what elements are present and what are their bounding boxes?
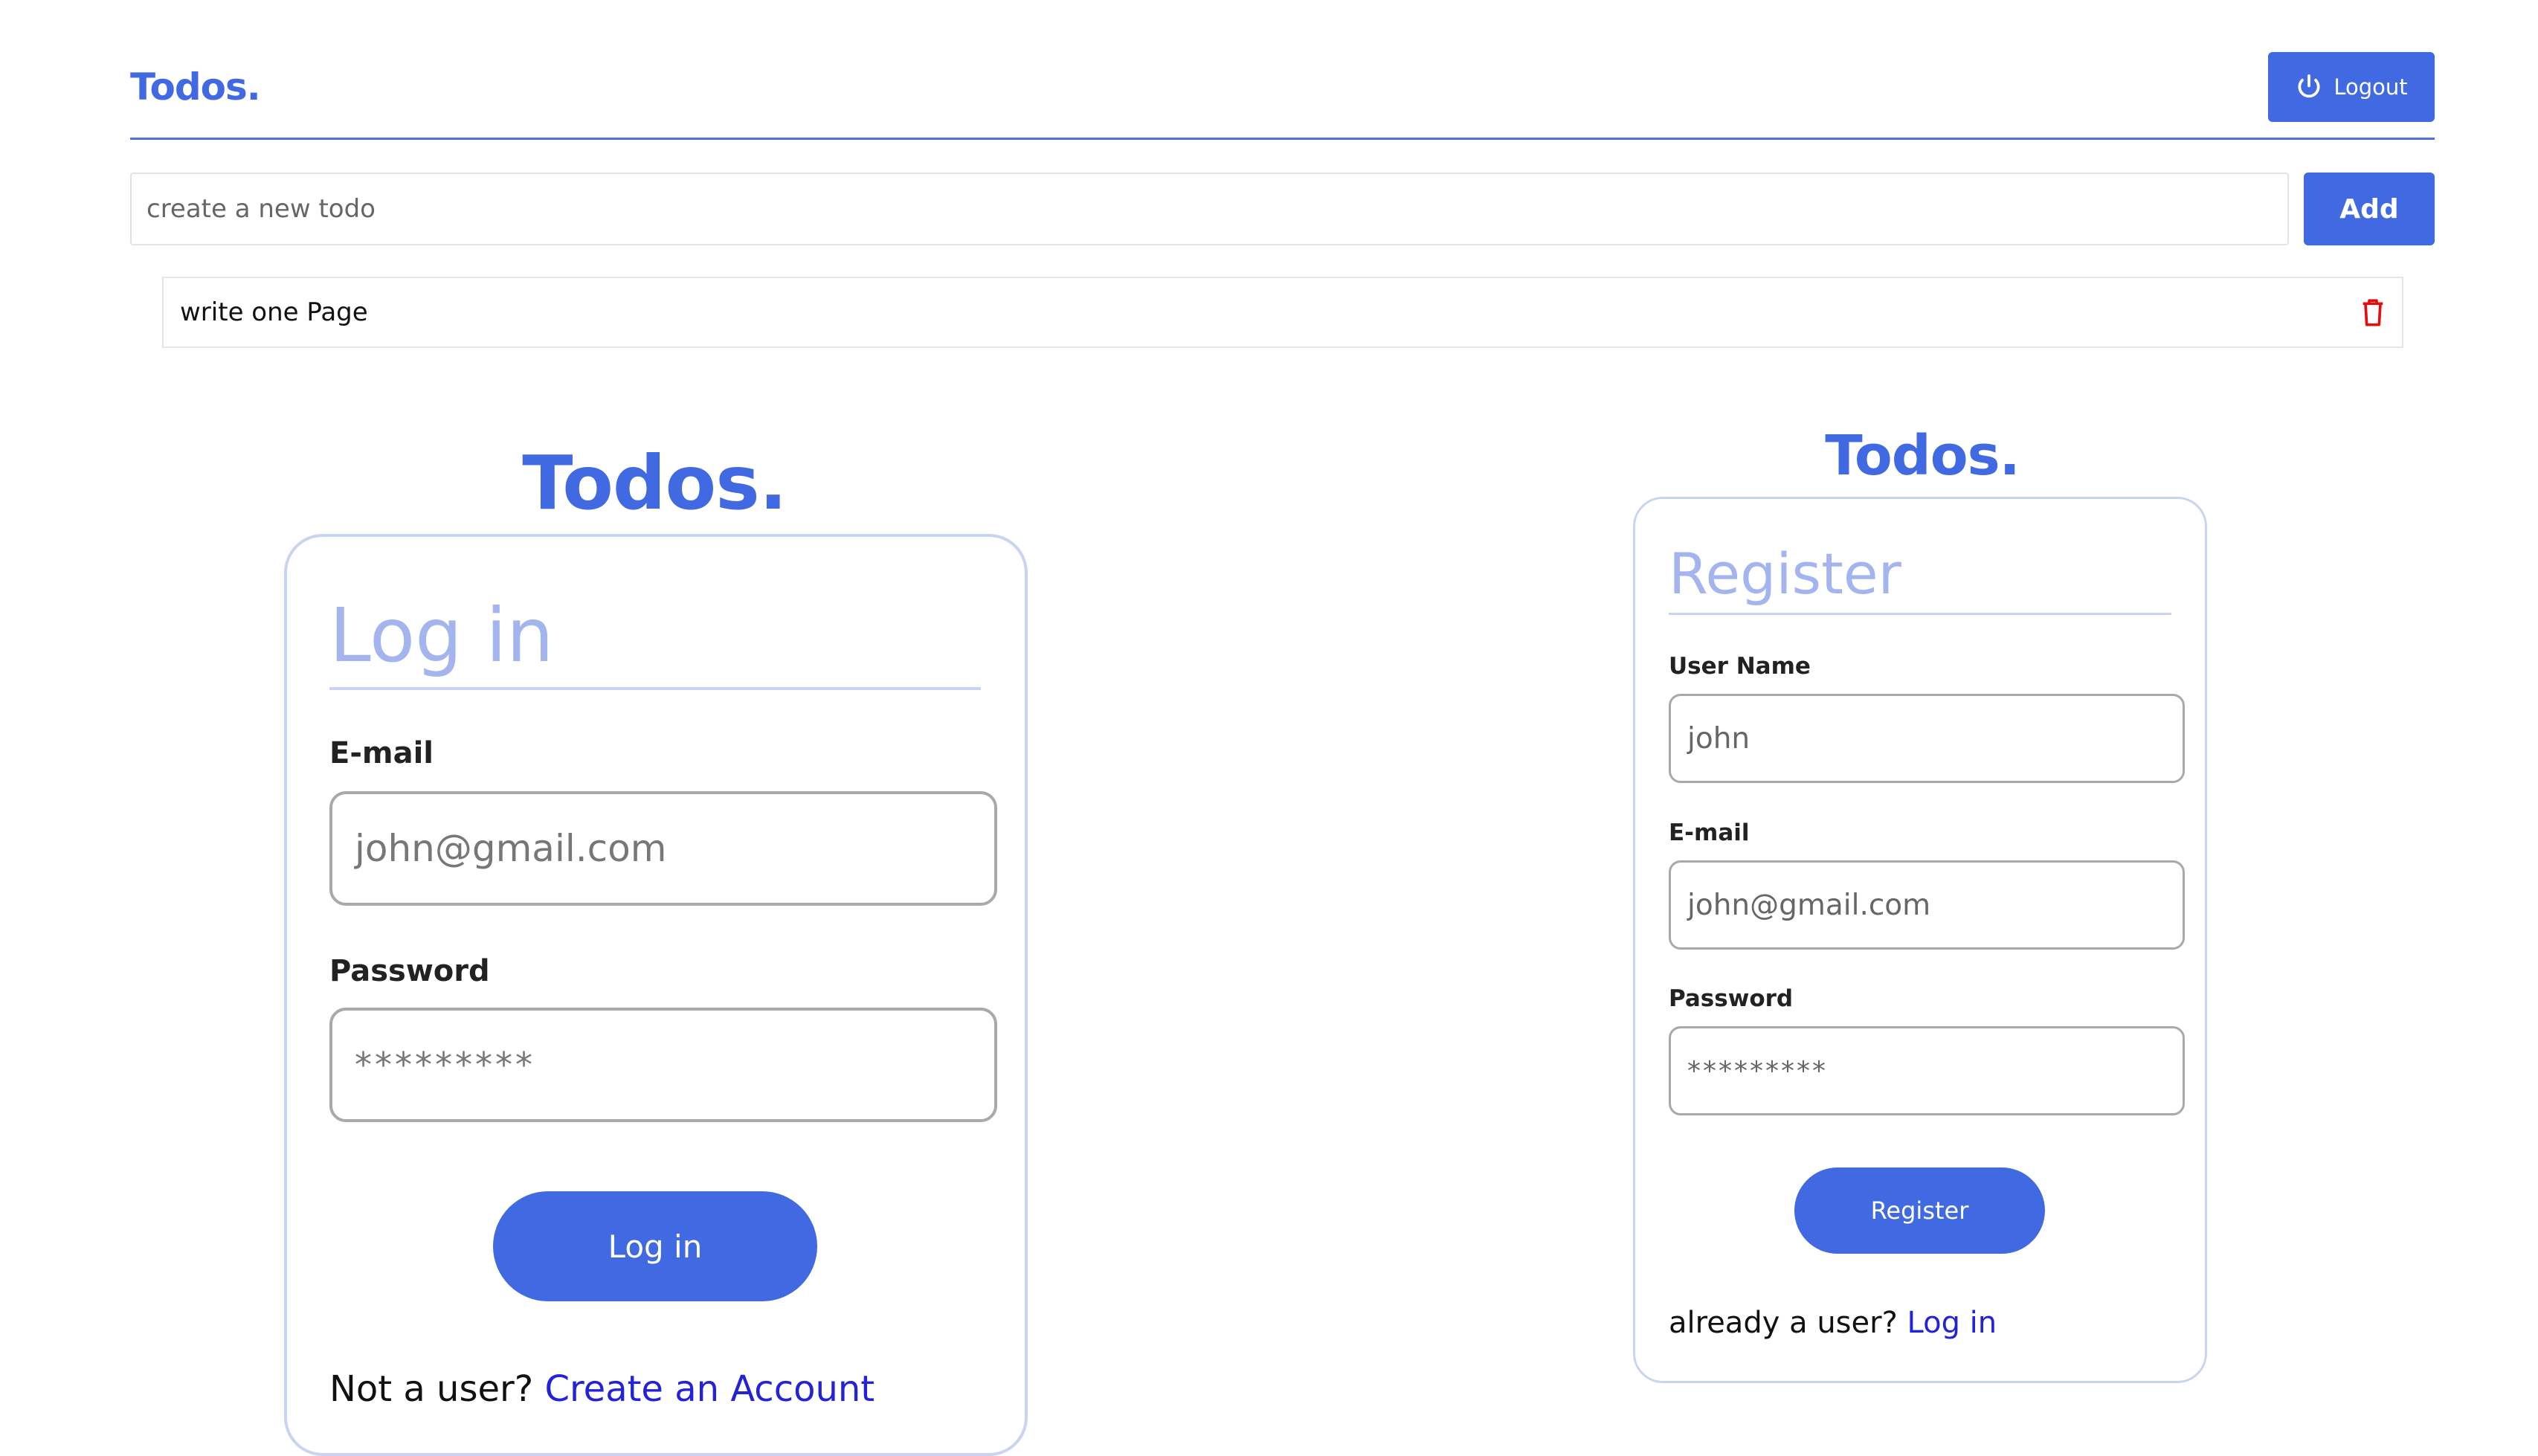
login-email-field[interactable]: john@gmail.com (329, 791, 997, 906)
login-footer-text: Not a user? (329, 1368, 534, 1410)
header-divider (130, 138, 2435, 140)
add-todo-button[interactable]: Add (2304, 173, 2435, 245)
register-email-label: E-mail (1669, 819, 1750, 846)
register-password-label: Password (1669, 985, 1794, 1012)
app-title: Todos. (130, 65, 261, 109)
login-email-label: E-mail (329, 736, 434, 770)
register-email-placeholder: john@gmail.com (1687, 888, 1931, 922)
todo-item: write one Page (162, 277, 2403, 348)
register-username-label: User Name (1669, 653, 1811, 680)
register-username-field[interactable]: john (1669, 694, 2185, 783)
register-footer-text: already a user? (1669, 1306, 1898, 1340)
login-footer: Not a user? Create an Account (329, 1368, 875, 1410)
power-icon (2295, 73, 2323, 101)
register-password-placeholder: ********* (1687, 1055, 1828, 1086)
login-password-placeholder: ********* (355, 1045, 535, 1085)
register-username-placeholder: john (1687, 721, 1750, 756)
login-link[interactable]: Log in (1907, 1306, 1997, 1340)
login-brand-title: Todos. (522, 439, 787, 526)
logout-button[interactable]: Logout (2268, 52, 2435, 122)
trash-icon[interactable] (2360, 297, 2386, 327)
register-footer: already a user? Log in (1669, 1306, 1997, 1340)
register-brand-title: Todos. (1825, 424, 2020, 488)
register-heading: Register (1669, 541, 1901, 607)
login-heading: Log in (329, 592, 554, 679)
new-todo-input[interactable] (130, 173, 2289, 245)
register-submit-button[interactable]: Register (1794, 1167, 2045, 1254)
register-password-field[interactable]: ********* (1669, 1026, 2185, 1115)
create-account-link[interactable]: Create an Account (544, 1368, 875, 1410)
register-email-field[interactable]: john@gmail.com (1669, 860, 2185, 950)
login-email-placeholder: john@gmail.com (355, 827, 667, 870)
login-heading-divider (329, 687, 981, 690)
login-submit-button[interactable]: Log in (493, 1191, 817, 1301)
register-heading-divider (1669, 613, 2171, 615)
todo-item-text: write one Page (180, 297, 368, 327)
login-password-label: Password (329, 954, 490, 988)
login-password-field[interactable]: ********* (329, 1008, 997, 1122)
logout-label: Logout (2334, 74, 2408, 100)
